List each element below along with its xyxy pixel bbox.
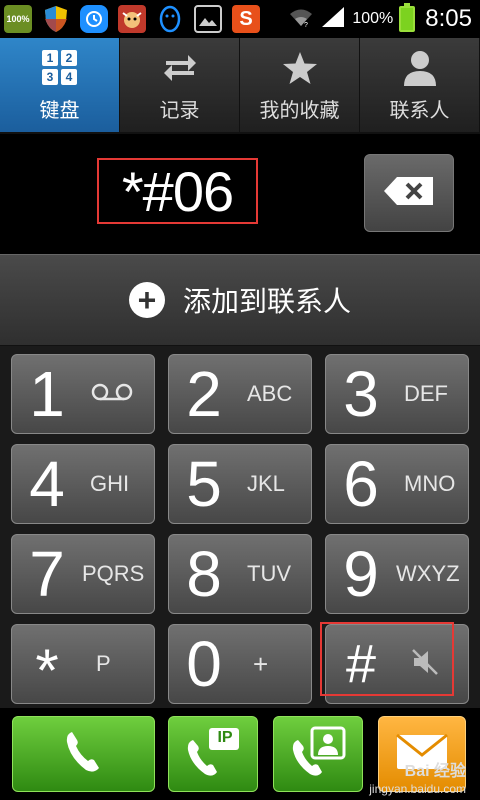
key-letters: ABC (247, 381, 293, 406)
battery-percent: 100% (352, 10, 394, 27)
key-digit: 9 (343, 538, 379, 610)
key-letters: TUV (247, 561, 291, 586)
qq-penguin-icon (156, 5, 184, 33)
clock-bubble-icon (80, 5, 108, 33)
shield-icon (42, 5, 70, 33)
key-3[interactable]: 3 DEF (325, 354, 469, 434)
watermark-line1: Bai 经验 (404, 763, 466, 781)
person-icon (402, 48, 438, 88)
key-letters: PQRS (82, 561, 145, 586)
key-8[interactable]: 8 TUV (168, 534, 312, 614)
add-to-contacts-button[interactable]: + 添加到联系人 (0, 254, 480, 346)
sogou-label: S (239, 7, 253, 30)
keypad-icon-digit: 1 (42, 50, 58, 66)
ip-badge-label: IP (217, 729, 233, 746)
wifi-icon: ? (288, 6, 314, 33)
tab-label: 键盘 (39, 99, 80, 122)
key-letters: WXYZ (396, 561, 460, 586)
ip-phone-icon: IP (183, 726, 243, 782)
keypad-icon-digit: 2 (61, 50, 77, 66)
sogou-s-icon: S (232, 5, 260, 33)
key-letters: MNO (404, 471, 456, 496)
key-7[interactable]: 7 PQRS (11, 534, 155, 614)
ox-mascot-icon (118, 5, 146, 33)
storage-100-icon: 100% (4, 5, 32, 33)
number-display-area: *#06 (0, 134, 480, 254)
key-digit: 5 (186, 448, 222, 520)
call-button[interactable] (12, 716, 155, 792)
video-call-icon (288, 724, 348, 785)
tab-keypad[interactable]: 1 2 3 4 键盘 (0, 38, 120, 132)
key-star[interactable]: * P (11, 624, 155, 704)
gallery-icon (194, 5, 222, 33)
phone-icon (64, 730, 104, 779)
key-letters: DEF (404, 381, 448, 406)
key-digit: * (35, 637, 59, 704)
key-digit: 6 (343, 448, 379, 520)
backspace-icon (383, 176, 435, 211)
tab-contacts[interactable]: 联系人 (360, 38, 480, 132)
voicemail-icon (90, 383, 134, 406)
key-letters: P (96, 651, 111, 676)
add-to-contacts-label: 添加到联系人 (182, 286, 351, 317)
svg-text:?: ? (304, 22, 308, 28)
add-circle-icon: + (128, 282, 165, 318)
keypad-icon-digit: 3 (42, 69, 58, 85)
key-2[interactable]: 2 ABC (168, 354, 312, 434)
key-digit: 3 (343, 358, 379, 430)
tab-label: 记录 (159, 99, 200, 122)
battery-icon (399, 3, 416, 32)
keypad-icon: 1 2 3 4 (42, 50, 77, 85)
clock-time: 8:05 (425, 5, 472, 32)
key-0[interactable]: 0 + (168, 624, 312, 704)
tab-bar: 1 2 3 4 键盘 记录 我的收藏 联系人 (0, 38, 480, 134)
key-digit: 4 (29, 448, 65, 520)
ip-call-button[interactable]: IP (168, 716, 258, 792)
key-letters: + (253, 648, 269, 679)
key-5[interactable]: 5 JKL (168, 444, 312, 524)
swap-arrows-icon (162, 48, 198, 88)
dial-keypad: 1 2 ABC 3 DEF 4 GHI 5 JKL 6 MNO 7 PQRS 8… (0, 346, 480, 708)
key-1[interactable]: 1 (11, 354, 155, 434)
mute-speaker-icon (410, 647, 440, 682)
key-digit: 0 (186, 628, 222, 700)
tab-label: 我的收藏 (259, 99, 340, 122)
tab-label: 联系人 (389, 99, 450, 122)
key-letters: GHI (90, 471, 130, 496)
key-digit: # (345, 634, 377, 694)
key-6[interactable]: 6 MNO (325, 444, 469, 524)
watermark-line2: jingyan.baidu.com (369, 781, 466, 796)
status-bar: 100% S ? 100% 8:05 (0, 0, 480, 38)
keypad-icon-digit: 4 (61, 69, 77, 85)
tab-history[interactable]: 记录 (120, 38, 240, 132)
key-4[interactable]: 4 GHI (11, 444, 155, 524)
signal-icon (320, 5, 346, 34)
key-digit: 7 (29, 538, 65, 610)
backspace-button[interactable] (364, 154, 454, 232)
key-hash[interactable]: # (325, 624, 469, 704)
watermark: Bai 经验 jingyan.baidu.com (369, 762, 466, 796)
key-digit: 8 (186, 538, 222, 610)
storage-label: 100% (6, 14, 30, 24)
action-bar: IP Bai 经验 jingyan.baidu.com (0, 708, 480, 800)
key-digit: 1 (29, 358, 65, 430)
tab-favorites[interactable]: 我的收藏 (240, 38, 360, 132)
video-call-button[interactable] (273, 716, 363, 792)
key-digit: 2 (186, 358, 222, 430)
key-letters: JKL (247, 471, 285, 496)
dialed-number[interactable]: *#06 (97, 158, 258, 224)
key-9[interactable]: 9 WXYZ (325, 534, 469, 614)
star-icon (282, 48, 318, 88)
